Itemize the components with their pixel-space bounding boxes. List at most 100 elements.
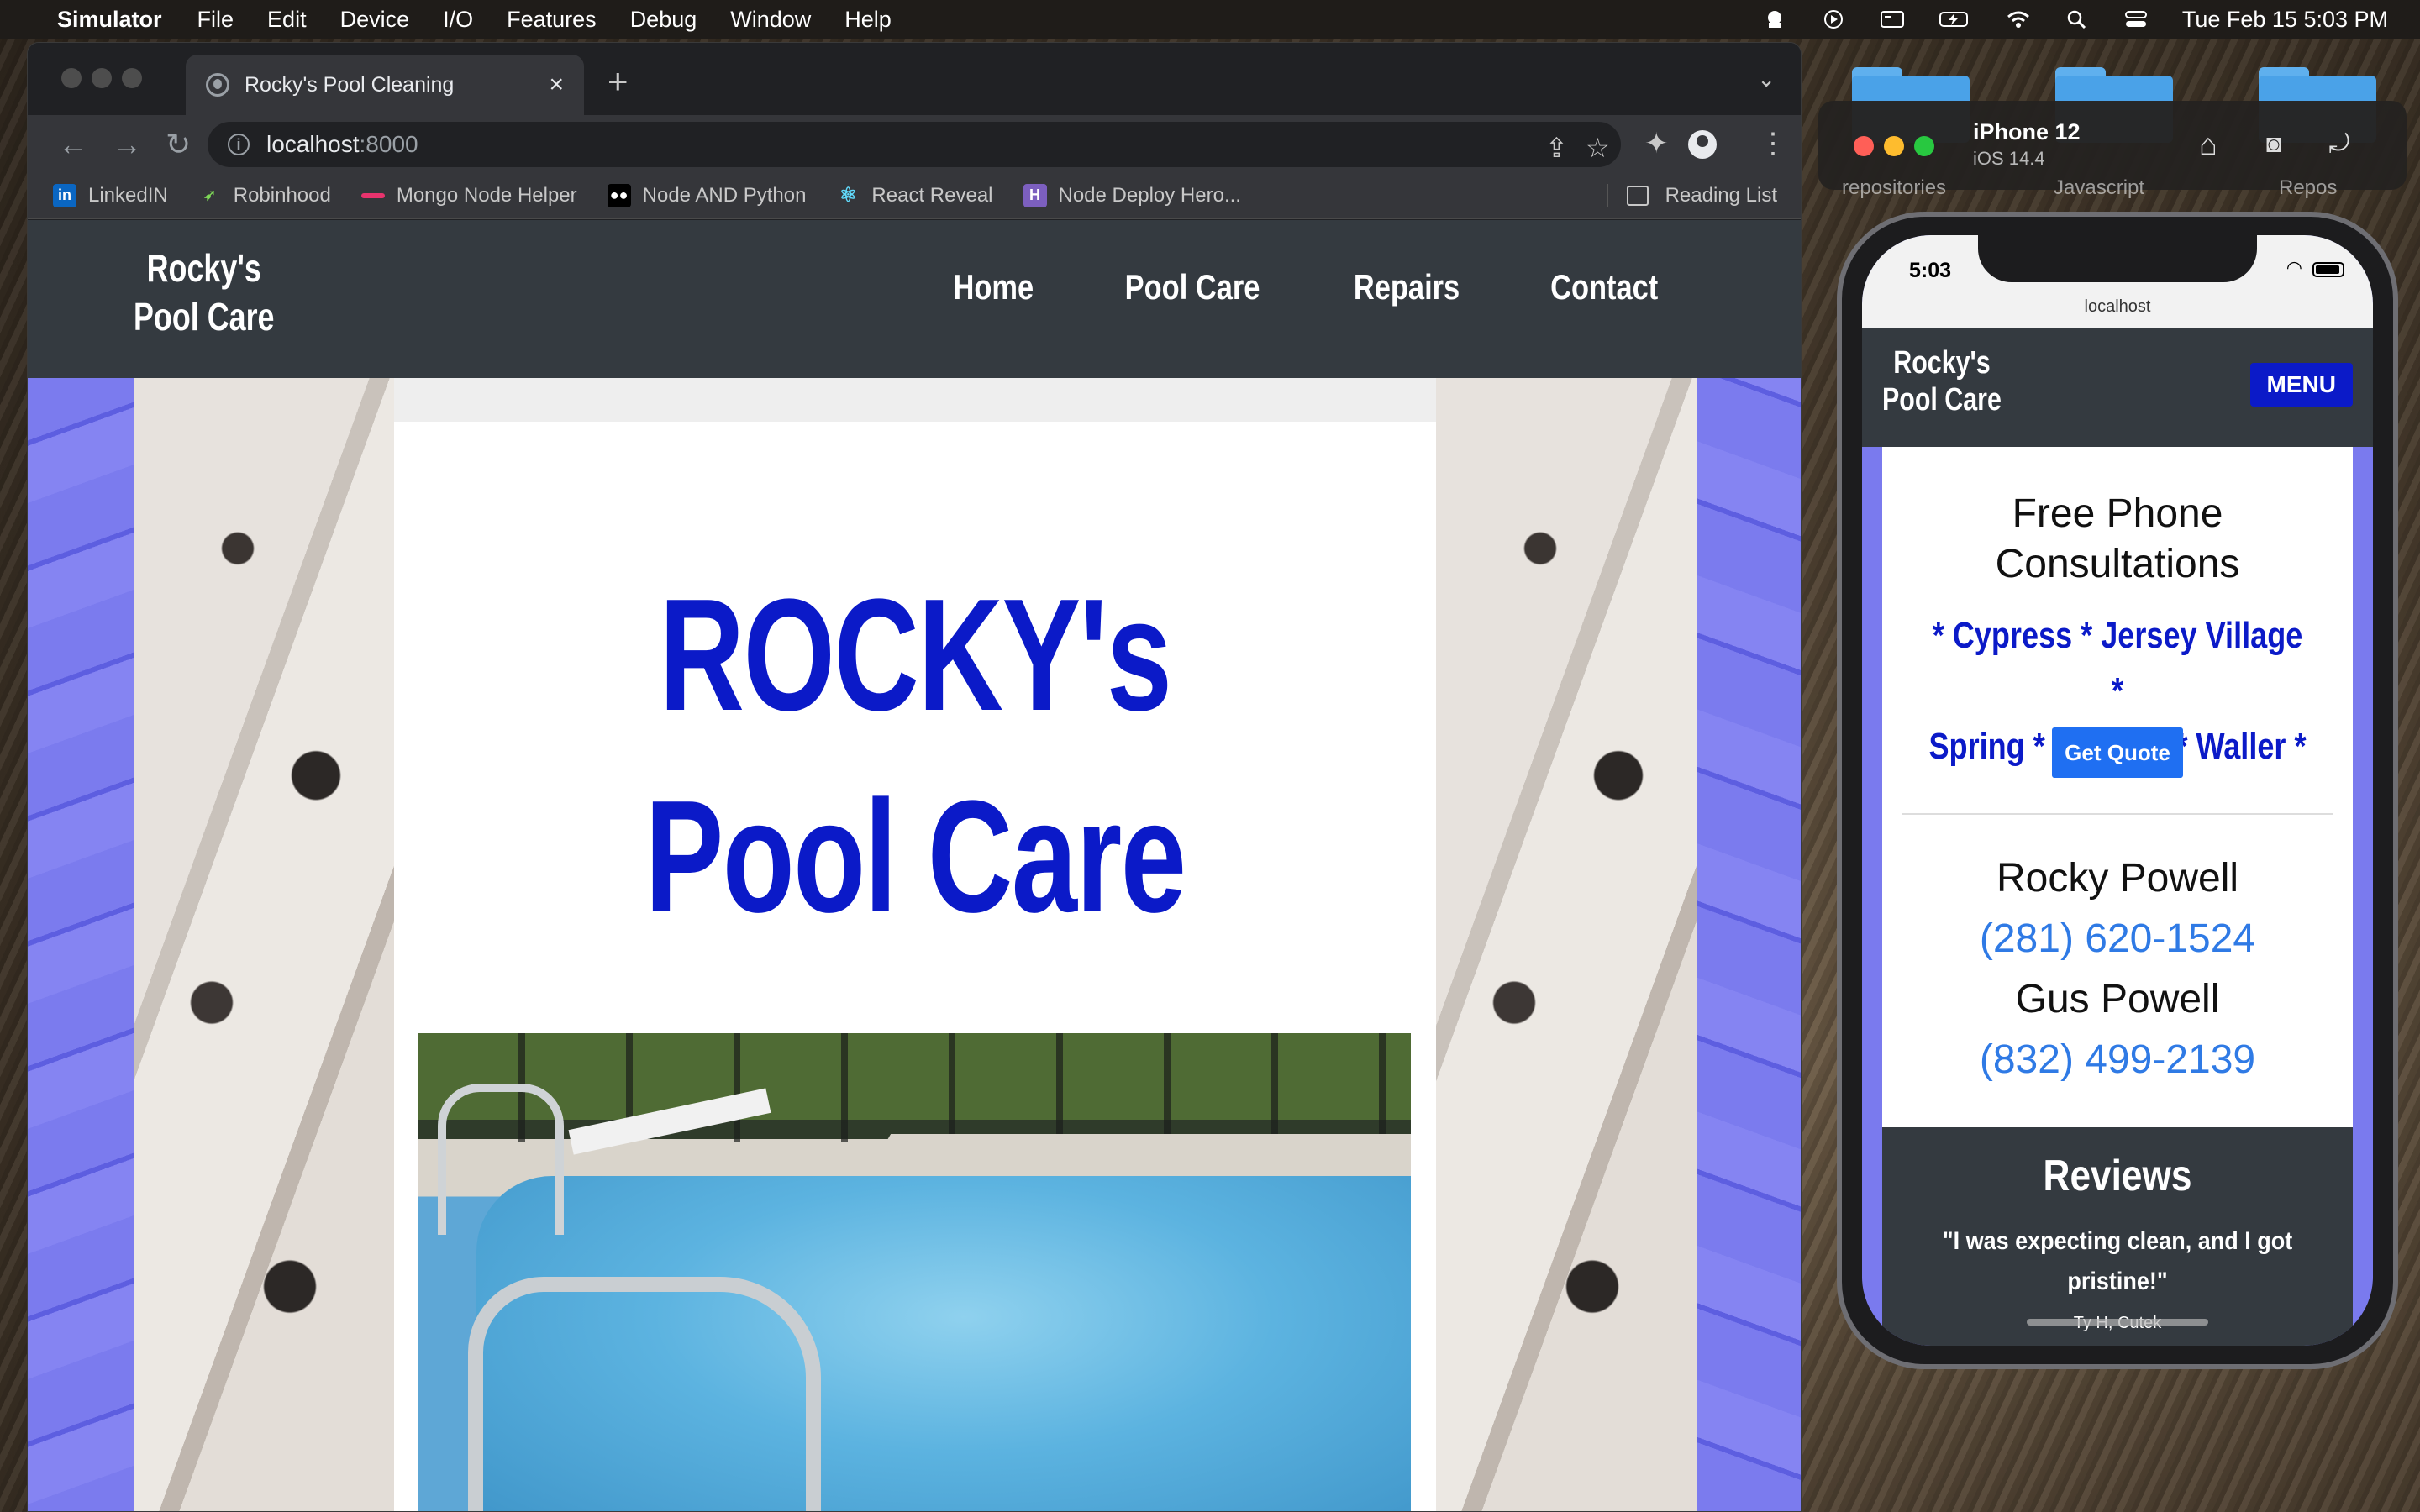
screenshot-camera-icon[interactable]: ◙ xyxy=(2257,128,2291,161)
tab-strip: Rocky's Pool Cleaning × + ⌄ xyxy=(28,43,1801,115)
extension-status-icon[interactable] xyxy=(1762,9,1787,29)
screen-enclosure xyxy=(418,1033,1411,1142)
play-circle-icon[interactable] xyxy=(1821,9,1846,29)
wifi-icon[interactable] xyxy=(2006,9,2031,29)
url-port: :8000 xyxy=(359,131,418,157)
iphone-frame: 5:03 ◠ localhost Rocky's Pool Care MENU … xyxy=(1837,212,2398,1369)
get-quote-button[interactable]: Get Quote xyxy=(2052,727,2183,778)
nav-repairs[interactable]: Repairs xyxy=(1353,267,1459,307)
site-logo-line2: Pool Care xyxy=(134,295,275,339)
menu-device[interactable]: Device xyxy=(340,7,410,33)
window-minimize-button[interactable] xyxy=(92,68,112,88)
menu-edit[interactable]: Edit xyxy=(267,7,307,33)
tab-close-icon[interactable]: × xyxy=(549,71,564,99)
address-bar[interactable]: i localhost:8000 ⇪ ☆ xyxy=(208,122,1621,167)
menu-help[interactable]: Help xyxy=(844,7,892,33)
bookmark-label: Mongo Node Helper xyxy=(396,183,577,207)
ios-wifi-icon: ◠ xyxy=(2286,257,2302,278)
sim-minimize-button[interactable] xyxy=(1884,136,1904,156)
share-icon[interactable]: ⇪ xyxy=(1545,132,1568,164)
pool-water-background xyxy=(1697,378,1801,1511)
macos-menubar: Simulator File Edit Device I/O Features … xyxy=(0,0,2420,39)
spotlight-search-icon[interactable] xyxy=(2065,9,2090,29)
battery-charging-icon[interactable] xyxy=(1939,9,1972,29)
pool-rail xyxy=(438,1084,564,1235)
mobile-site-header: Rocky's Pool Care MENU xyxy=(1862,328,2373,447)
site-header: Rocky's Pool Care Home Pool Care Repairs… xyxy=(28,220,1801,378)
profile-avatar[interactable] xyxy=(1688,130,1717,159)
sim-zoom-button[interactable] xyxy=(1914,136,1934,156)
iphone-screen: 5:03 ◠ localhost Rocky's Pool Care MENU … xyxy=(1862,235,2373,1346)
site-nav: Home Pool Care Repairs Contact xyxy=(944,267,1670,307)
iphone-notch xyxy=(1978,235,2257,282)
bookmark-node-and-python[interactable]: ●● Node AND Python xyxy=(607,183,806,207)
nav-contact[interactable]: Contact xyxy=(1550,267,1658,307)
reload-button[interactable]: ↻ xyxy=(166,127,191,162)
bookmarks-bar: in LinkedIN ➶ Robinhood Mongo Node Helper … xyxy=(28,172,1801,219)
free-line1: Free Phone xyxy=(2012,491,2223,536)
bookmark-robinhood[interactable]: ➶ Robinhood xyxy=(198,184,331,207)
forward-button[interactable]: → xyxy=(112,127,142,162)
menu-io[interactable]: I/O xyxy=(443,7,473,33)
bookmark-react-reveal[interactable]: ⚛ React Reveal xyxy=(836,184,993,207)
tab-search-chevron-icon[interactable]: ⌄ xyxy=(1757,66,1776,92)
control-center-icon[interactable] xyxy=(2123,9,2149,29)
contact-phone-link[interactable]: (832) 499-2139 xyxy=(1882,1037,2353,1083)
reviews-section: Reviews "I was expecting clean, and I go… xyxy=(1882,1127,2353,1346)
free-line2: Consultations xyxy=(1995,542,2240,586)
mobile-menu-button[interactable]: MENU xyxy=(2249,363,2353,407)
bookmark-linkedin[interactable]: in LinkedIN xyxy=(53,183,168,207)
back-button[interactable]: ← xyxy=(58,127,88,162)
menu-debug[interactable]: Debug xyxy=(630,7,697,33)
web-page-viewport: Rocky's Pool Care Home Pool Care Repairs… xyxy=(28,220,1801,1511)
site-logo[interactable]: Rocky's Pool Care xyxy=(134,244,274,341)
nav-pool-care[interactable]: Pool Care xyxy=(1124,267,1260,307)
nav-home[interactable]: Home xyxy=(953,267,1034,307)
safari-url[interactable]: localhost xyxy=(1862,297,2373,317)
menubar-clock[interactable]: Tue Feb 15 5:03 PM xyxy=(2182,7,2388,33)
window-zoom-button[interactable] xyxy=(122,68,142,88)
stone-texture-border xyxy=(134,378,394,1511)
mobile-site-logo[interactable]: Rocky's Pool Care xyxy=(1882,344,2002,418)
pool-water-background xyxy=(28,378,134,1511)
free-consultation-heading: Free Phone Consultations xyxy=(1882,489,2353,590)
browser-tab[interactable]: Rocky's Pool Cleaning × xyxy=(186,55,584,115)
extensions-puzzle-icon[interactable]: ✦ xyxy=(1644,127,1669,160)
menu-features[interactable]: Features xyxy=(507,7,597,33)
display-icon[interactable] xyxy=(1880,9,1905,29)
site-logo-line1: Rocky's xyxy=(146,246,261,290)
hero-title: ROCKY's Pool Care xyxy=(529,554,1301,958)
home-icon[interactable]: ⌂ xyxy=(2191,128,2225,161)
towns-line1: * Cypress * Jersey Village * xyxy=(1932,615,2303,711)
sim-device-name: iPhone 12 xyxy=(1973,119,2081,144)
chrome-menu-icon[interactable]: ⋮ xyxy=(1759,127,1787,160)
sim-close-button[interactable] xyxy=(1854,136,1874,156)
globe-icon xyxy=(206,73,229,97)
home-indicator[interactable] xyxy=(2027,1319,2208,1326)
pool-rail xyxy=(468,1277,821,1511)
contact-name: Gus Powell xyxy=(2015,977,2220,1021)
bookmark-node-deploy-hero[interactable]: H Node Deploy Hero... xyxy=(1023,183,1241,207)
ios-battery-icon xyxy=(2312,262,2344,277)
react-atom-icon: ⚛ xyxy=(839,184,858,207)
hero-top-strip xyxy=(394,378,1436,422)
hero-title-line1: ROCKY's xyxy=(659,566,1172,744)
rotate-icon[interactable]: ⤾ xyxy=(2323,128,2356,161)
site-info-icon[interactable]: i xyxy=(228,134,250,155)
tab-title: Rocky's Pool Cleaning xyxy=(245,72,455,97)
menu-app-name[interactable]: Simulator xyxy=(57,7,162,33)
menu-file[interactable]: File xyxy=(197,7,234,33)
stone-texture-border xyxy=(1436,378,1697,1511)
review-quote: "I was expecting clean, and I got pristi… xyxy=(1942,1227,2293,1295)
reading-list-button[interactable]: Reading List xyxy=(1606,183,1777,207)
bookmark-mongo-node-helper[interactable]: Mongo Node Helper xyxy=(360,183,577,207)
bookmark-label: Robinhood xyxy=(233,183,331,207)
menu-window[interactable]: Window xyxy=(730,7,811,33)
bookmark-star-icon[interactable]: ☆ xyxy=(1586,132,1610,164)
chrome-window: Rocky's Pool Cleaning × + ⌄ ← → ↻ i loca… xyxy=(27,42,1802,1512)
window-close-button[interactable] xyxy=(61,68,82,88)
new-tab-button[interactable]: + xyxy=(608,61,629,102)
contact-phone-link[interactable]: (281) 620-1524 xyxy=(1882,916,2353,962)
contact-name: Rocky Powell xyxy=(1996,856,2239,900)
mobile-logo-line1: Rocky's xyxy=(1893,345,1991,381)
